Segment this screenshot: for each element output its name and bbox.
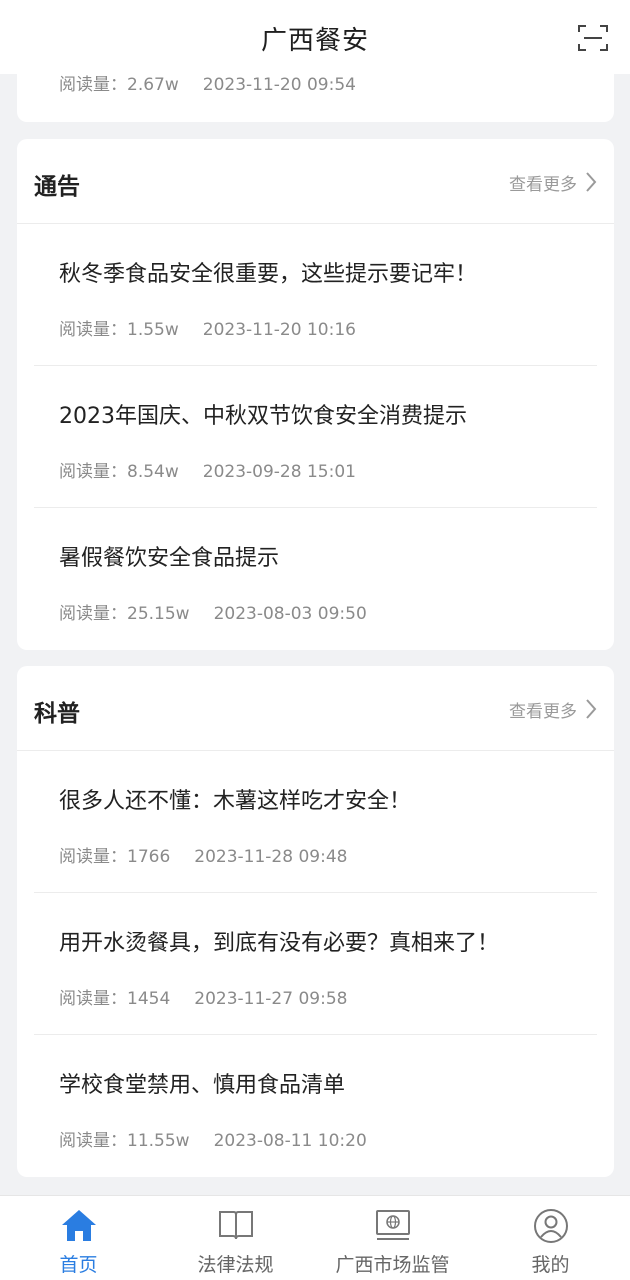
tab-label: 首页 <box>59 1254 98 1276</box>
chevron-right-icon <box>586 172 597 192</box>
publish-time: 2023-08-11 10:20 <box>213 1131 367 1151</box>
article-meta: 阅读量：1454 2023-11-27 09:58 <box>59 984 347 1009</box>
section-header: 科普 查看更多 <box>17 666 614 751</box>
read-count: 阅读量：8.54w <box>59 462 179 482</box>
monitor-icon <box>375 1210 410 1240</box>
read-count: 阅读量：25.15w <box>59 604 190 624</box>
article-item[interactable]: 2023年国庆、中秋双节饮食安全消费提示 阅读量：8.54w 2023-09-28… <box>34 366 597 508</box>
view-more-button[interactable]: 查看更多 <box>509 169 597 195</box>
home-icon <box>61 1210 96 1241</box>
view-more-label: 查看更多 <box>509 174 577 195</box>
article-title: 很多人还不懂：木薯这样吃才安全！ <box>59 789 412 814</box>
article-meta: 阅读量：1766 2023-11-28 09:48 <box>59 842 347 867</box>
chevron-right-icon <box>586 699 597 719</box>
article-meta: 阅读量：1.55w 2023-11-20 10:16 <box>59 315 356 340</box>
read-count: 阅读量：1.55w <box>59 320 179 340</box>
view-more-button[interactable]: 查看更多 <box>509 696 597 722</box>
article-item[interactable]: 用开水烫餐具，到底有没有必要？真相来了！ 阅读量：1454 2023-11-27 … <box>34 893 597 1035</box>
publish-time: 2023-09-28 15:01 <box>202 462 356 482</box>
article-title: 暑假餐饮安全食品提示 <box>59 546 280 571</box>
article-title: 学校食堂禁用、慎用食品清单 <box>59 1073 346 1098</box>
app-header: 广西餐安 <box>0 0 630 74</box>
article-meta: 阅读量：25.15w 2023-08-03 09:50 <box>59 599 367 624</box>
bottom-tab-bar: 首页 法律法规 广西市场监管 我的 <box>0 1195 630 1280</box>
tab-laws[interactable]: 法律法规 <box>157 1196 314 1280</box>
publish-time: 2023-11-20 10:16 <box>202 320 356 340</box>
article-item[interactable]: 暑假餐饮安全食品提示 阅读量：25.15w 2023-08-03 09:50 <box>34 508 597 650</box>
section-title: 科普 <box>34 701 80 727</box>
tab-market-supervision[interactable]: 广西市场监管 <box>314 1196 471 1280</box>
publish-time: 2023-08-03 09:50 <box>213 604 367 624</box>
scan-icon[interactable] <box>578 24 608 52</box>
article-title: 用开水烫餐具，到底有没有必要？真相来了！ <box>59 931 500 956</box>
publish-time: 2023-11-28 09:48 <box>194 847 348 867</box>
read-count: 阅读量：1766 <box>59 847 171 867</box>
page-title: 广西餐安 <box>260 26 369 56</box>
section-title: 通告 <box>34 174 80 200</box>
tab-home[interactable]: 首页 <box>0 1196 157 1280</box>
publish-time: 2023-11-20 09:54 <box>202 75 356 95</box>
app-root: 阅读量：2.67w 2023-11-20 09:54 通告 查看更多 秋冬季食品安… <box>0 0 630 1280</box>
article-title: 秋冬季食品安全很重要，这些提示要记牢！ <box>59 262 478 287</box>
notice-section: 通告 查看更多 秋冬季食品安全很重要，这些提示要记牢！ 阅读量：1.55w 202… <box>17 139 614 650</box>
article-title: 2023年国庆、中秋双节饮食安全消费提示 <box>59 404 467 429</box>
user-icon <box>533 1209 568 1243</box>
article-item[interactable]: 秋冬季食品安全很重要，这些提示要记牢！ 阅读量：1.55w 2023-11-20 … <box>34 224 597 366</box>
article-meta: 阅读量：11.55w 2023-08-11 10:20 <box>59 1126 367 1151</box>
scroll-content[interactable]: 阅读量：2.67w 2023-11-20 09:54 通告 查看更多 秋冬季食品安… <box>0 0 630 1195</box>
tab-label: 广西市场监管 <box>335 1254 450 1276</box>
article-item[interactable]: 很多人还不懂：木薯这样吃才安全！ 阅读量：1766 2023-11-28 09:4… <box>34 751 597 893</box>
section-header: 通告 查看更多 <box>17 139 614 224</box>
view-more-label: 查看更多 <box>509 701 577 722</box>
tab-label: 我的 <box>531 1254 570 1276</box>
tab-mine[interactable]: 我的 <box>472 1196 629 1280</box>
tab-label: 法律法规 <box>197 1254 274 1276</box>
read-count: 阅读量：1454 <box>59 989 171 1009</box>
article-item[interactable]: 学校食堂禁用、慎用食品清单 阅读量：11.55w 2023-08-11 10:20 <box>34 1035 597 1177</box>
article-meta: 阅读量：8.54w 2023-09-28 15:01 <box>59 457 356 482</box>
publish-time: 2023-11-27 09:58 <box>194 989 348 1009</box>
read-count: 阅读量：11.55w <box>59 1131 190 1151</box>
book-icon <box>218 1211 253 1240</box>
science-section: 科普 查看更多 很多人还不懂：木薯这样吃才安全！ 阅读量：1766 2023-11… <box>17 666 614 1177</box>
